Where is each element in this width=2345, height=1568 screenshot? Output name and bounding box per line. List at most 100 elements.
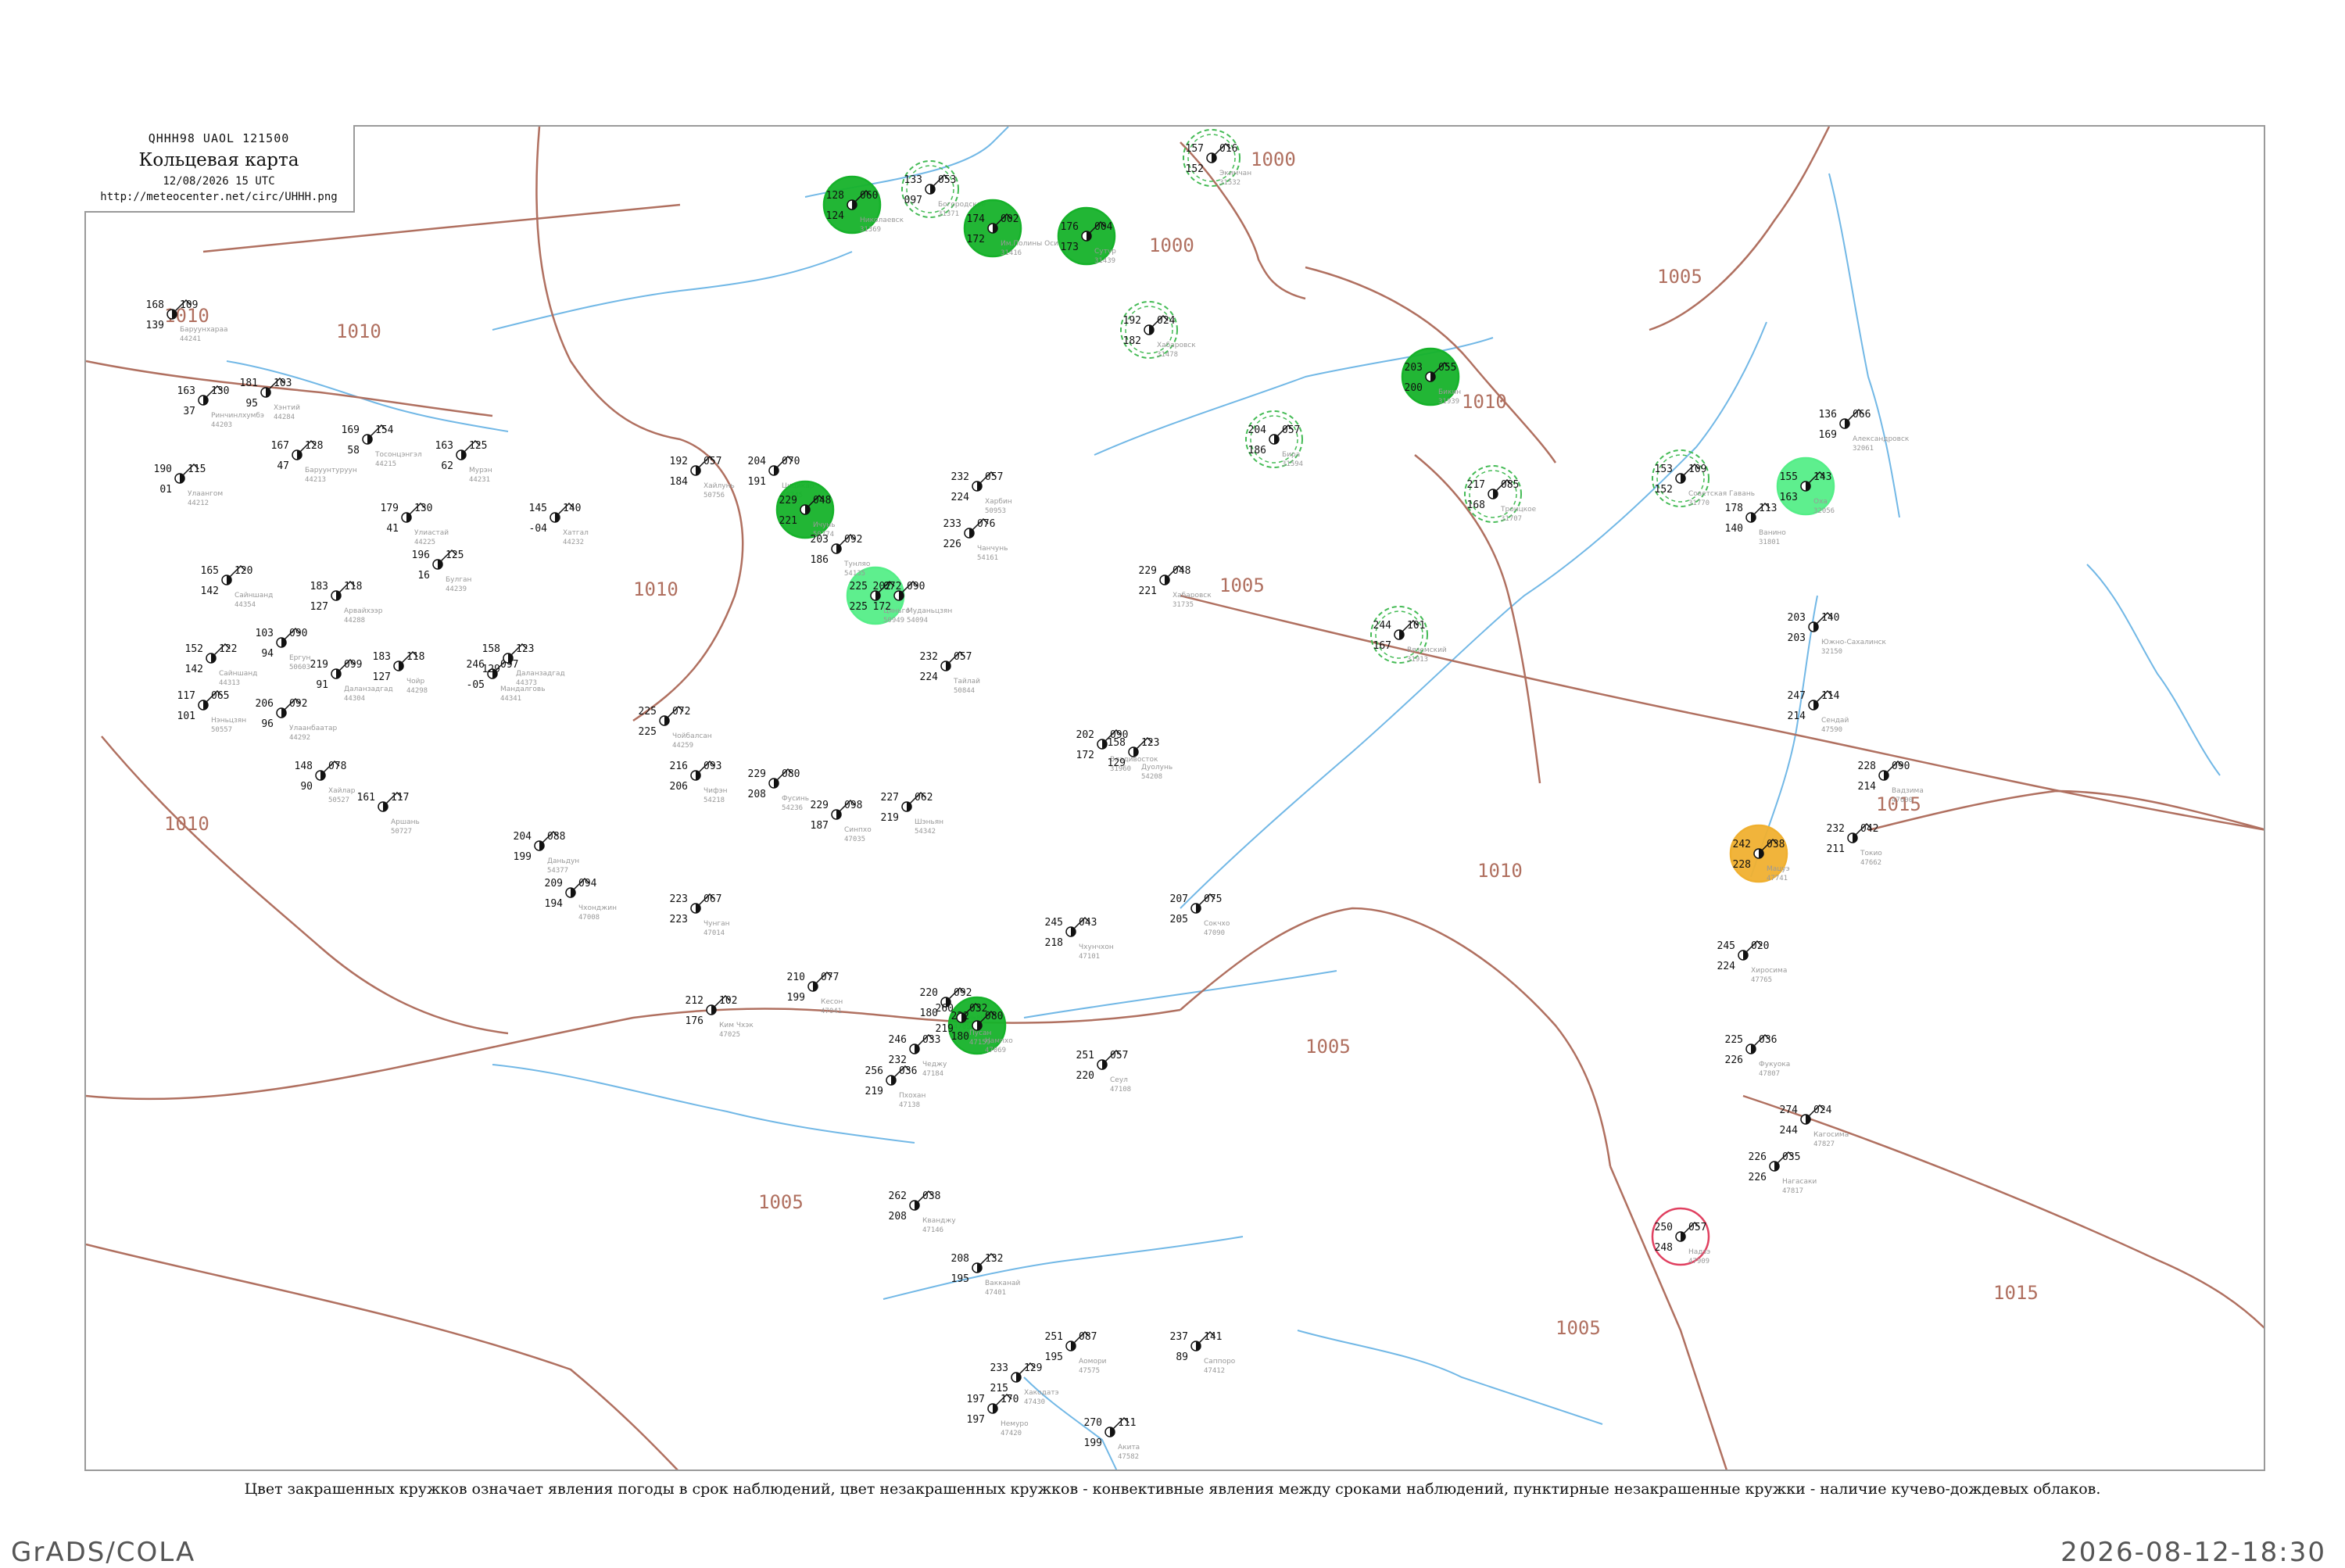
station-47420[interactable]: 197 197 170 Немуро 47420 <box>967 1393 1029 1437</box>
station-47184[interactable]: 246 232 033 Чеджу47184 <box>889 1033 948 1078</box>
station-54342[interactable]: 227 219 062 Шэньян 54342 <box>881 791 944 836</box>
station-54218[interactable]: 216 206 093 Чифэн 54218 <box>670 760 728 804</box>
station-47146[interactable]: 262 208 038 Кванджу47146 <box>889 1190 957 1234</box>
station-44373[interactable]: 158 129 123 Даланзадгад44373 <box>482 643 565 687</box>
station-44225[interactable]: 179 41 130 Улиастай 44225 <box>381 502 449 546</box>
station-50774[interactable]: 229221048Ичунь50774 <box>775 480 836 539</box>
station-name: Тунляо <box>843 560 871 568</box>
station-44213[interactable]: 167 47 128 Баруунтуруун 44213 <box>271 439 357 484</box>
station-54377[interactable]: 204 199 088 Даньдун 54377 <box>514 830 580 875</box>
station-47741[interactable]: 242 228 038 Мацуэ 47741 <box>1729 824 1790 883</box>
station-47035[interactable]: 229 187 098 Синпхо 47035 <box>811 799 872 843</box>
station-pressure: 016 <box>1219 143 1237 155</box>
station-dewpoint: -04 <box>529 523 548 535</box>
station-name: Чхонджин <box>578 904 617 912</box>
station-50727[interactable]: 161 117 Аршань 50727 <box>357 791 420 836</box>
station-50557[interactable]: 117 101 065 Нэньцзян50557 <box>177 689 247 734</box>
station-temperature: 217 <box>1467 479 1485 491</box>
station-32056[interactable]: 155 163 143 Оха32056 <box>1776 456 1835 516</box>
isobar-label: 1005 <box>1657 266 1702 288</box>
station-id: 44373 <box>516 679 537 687</box>
station-47101[interactable]: 245 218 043 Чхунчхон 47101 <box>1045 916 1114 961</box>
station-50527[interactable]: 148 90 078 Хайлар 50527 <box>295 760 356 804</box>
station-44215[interactable]: 169 58 154 Тосонцэнгэл44215 <box>342 424 422 468</box>
station-id: 44288 <box>344 617 365 625</box>
map-url-link[interactable]: http://meteocenter.net/circ/UHHH.png <box>84 191 353 203</box>
isobar-line-2 <box>86 1008 1181 1101</box>
station-31913[interactable]: 244 167 101 Вяземский 31913 <box>1370 606 1447 664</box>
station-47765[interactable]: 245 224 020 Хиросима47765 <box>1717 940 1788 984</box>
station-47807[interactable]: 225 226 036 Фукуока47807 <box>1725 1033 1791 1078</box>
station-temperature: 190 <box>154 464 172 475</box>
station-name: Булган <box>446 576 471 584</box>
station-id: 47765 <box>1751 976 1772 984</box>
station-31801[interactable]: 178 140 113 Ванино 31801 <box>1725 502 1787 546</box>
station-temperature: 163 <box>177 385 195 397</box>
station-pressure: 122 <box>219 643 237 655</box>
station-31439[interactable]: 176 173 004 Сутур31439 <box>1057 206 1116 266</box>
station-id: 31439 <box>1094 257 1115 265</box>
station-47090[interactable]: 207 205 075 Сокчхо47090 <box>1170 893 1230 937</box>
station-31478[interactable]: 192 182 024 Хабаровск 31478 <box>1120 301 1196 359</box>
station-dewpoint: 226 <box>1725 1054 1743 1066</box>
station-id: 47069 <box>985 1047 1006 1054</box>
station-50953[interactable]: 232 224 057 Харбин50953 <box>951 471 1012 515</box>
station-31369[interactable]: 128 124 060 Николаевск 31369 <box>822 175 904 234</box>
station-47909[interactable]: 250 248 057 Надзэ 47909 <box>1651 1207 1710 1266</box>
station-44232[interactable]: 145 -04 140 Хатгал 44232 <box>529 502 589 546</box>
station-pressure: 038 <box>1767 839 1785 850</box>
station-47108[interactable]: 251 220 057 Сеул 47108 <box>1076 1049 1132 1094</box>
station-47817[interactable]: 226 226 035 Нагасаки47817 <box>1749 1151 1817 1195</box>
station-dewpoint: 199 <box>787 992 805 1004</box>
station-50844[interactable]: 232 224 057 Тайлай50844 <box>920 650 981 695</box>
station-47014[interactable]: 223 223 067 Чунган47014 <box>670 893 730 937</box>
station-31594[interactable]: 204 186 057 Бира31594 <box>1245 410 1303 468</box>
station-47008[interactable]: 209 194 094 Чхонджин 47008 <box>545 877 618 922</box>
station-temperature: 203 <box>1788 612 1806 624</box>
station-dewpoint: 173 <box>1061 242 1079 253</box>
station-31707[interactable]: 217 168 085 Троицкое31707 <box>1464 465 1537 523</box>
station-temperature: 148 <box>295 761 313 772</box>
station-id: 44292 <box>289 734 310 742</box>
station-44313[interactable]: 152 142 122 Сайншанд44313 <box>185 643 258 687</box>
station-47582[interactable]: 270 199 111 Акита47582 <box>1084 1416 1140 1461</box>
station-47025[interactable]: 212 176 102 Ким Чхэк 47025 <box>686 994 754 1039</box>
station-44239[interactable]: 196 16 125 Булган44239 <box>412 549 472 593</box>
station-54135[interactable]: 203 186 092 Тунляо 54135 <box>811 533 871 578</box>
station-id: 31416 <box>1001 249 1022 257</box>
station-44288[interactable]: 183 127 118 Арвайхээр 44288 <box>310 580 383 625</box>
station-31735[interactable]: 229 221 048 Хабаровск31735 <box>1139 564 1212 609</box>
station-31770[interactable]: 153 152 109 Советская Гавань31770 <box>1652 449 1755 507</box>
station-pressure: 067 <box>704 893 721 905</box>
station-44354[interactable]: 165 142 120 Сайншанд44354 <box>201 564 274 609</box>
station-31532[interactable]: 157 152 016 Экимчан 31532 <box>1183 129 1251 187</box>
station-temperature: 196 <box>412 550 430 561</box>
station-50603[interactable]: 103 94 090 Ергун 50603 <box>256 627 311 671</box>
station-47412[interactable]: 237 89 141 Саппоро47412 <box>1170 1330 1236 1375</box>
station-temperature: 176 <box>1061 221 1079 233</box>
station-47827[interactable]: 274 244 024 Кагосима47827 <box>1780 1104 1849 1148</box>
station-name: Сайншанд <box>234 592 273 600</box>
station-id: 54208 <box>1141 773 1162 781</box>
station-44231[interactable]: 163 62 125 Мурэн 44231 <box>435 439 492 484</box>
station-44259[interactable]: 225 225 072 Чойбалсан 44259 <box>639 705 712 750</box>
station-54161[interactable]: 233 226 076 Чанчунь54161 <box>943 517 1008 562</box>
station-44292[interactable]: 206 96 092 Улаанбаатар 44292 <box>256 697 338 742</box>
station-47138[interactable]: 256 219 036 Пхохан47138 <box>865 1065 926 1109</box>
isobar-label: 1005 <box>758 1191 804 1213</box>
station-54236[interactable]: 229 208 080 Фусинь54236 <box>748 768 810 812</box>
station-dewpoint: 101 <box>177 711 195 722</box>
station-44212[interactable]: 190 01 115 Улаангом44212 <box>154 463 224 507</box>
station-32150[interactable]: 203 203 140 Южно-Сахалинск 32150 <box>1788 611 1887 656</box>
station-dewpoint: 184 <box>670 476 689 488</box>
station-31939[interactable]: 203 200 055 Бикин 31939 <box>1401 347 1461 406</box>
station-47575[interactable]: 251 195 087 Аомори47575 <box>1045 1330 1107 1375</box>
station-32061[interactable]: 136 169 066 Александровск 32061 <box>1819 408 1910 453</box>
station-pressure: 057 <box>704 456 721 467</box>
station-temperature: 197 <box>967 1394 985 1405</box>
station-dewpoint: 168 <box>1467 499 1485 511</box>
station-dewpoint: 186 <box>811 554 829 566</box>
station-dewpoint: 225 <box>850 601 868 613</box>
station-47662[interactable]: 232 211 042 Токио 47662 <box>1827 822 1883 867</box>
station-name: Аршань <box>391 818 420 826</box>
